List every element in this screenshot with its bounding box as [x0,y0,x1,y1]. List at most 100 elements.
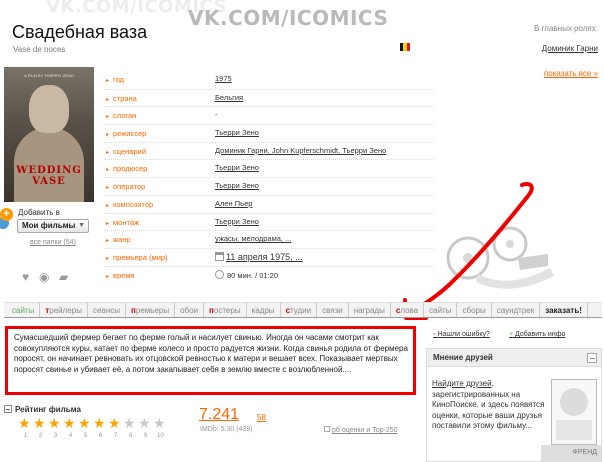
rating-star-icon[interactable]: ★ [48,416,63,431]
info-row: премьера (мир) 11 апреля 1975, ... [104,247,434,266]
find-friends-link[interactable]: Найдите друзей [432,379,492,388]
info-row: монтаж Тьерри Зено [104,212,434,231]
info-value[interactable]: ужасы, мелодрама, ... [215,234,291,243]
top-250-link-text: рб оценки и Top-250 [332,427,398,434]
rating-star-icon[interactable]: ★ [123,416,138,431]
show-all-roles-link[interactable]: показать все » [480,69,598,78]
tab-label: ремьеры [135,306,170,315]
tab-item[interactable]: сайты [4,303,41,317]
tab-label: заказать! [545,306,582,315]
add-to-label: Добавить в [18,208,60,217]
rating-value[interactable]: 7.241 [199,406,239,424]
tab-label: саундтрек [496,306,535,315]
tab-item[interactable]: кадры [247,303,281,317]
tab-item[interactable]: премьеры [126,303,176,317]
rating-star-icon[interactable]: ★ [93,416,108,431]
tab-label: обои [180,306,199,315]
heart-icon[interactable]: ♥ [22,270,29,284]
rating-stars: ★ 1 ★ 2 ★ 3 ★ 4 ★ 5 ★ 6 ★ 7 ★ 8 ★ 9 ★ 10 [18,416,178,442]
rating-votes[interactable]: 58 [257,413,266,422]
tab-label: сеансы [92,306,121,315]
rating-star-icon[interactable]: ★ [63,416,78,431]
info-value[interactable]: Ален Пьер [215,199,252,208]
rating-star-number: 3 [53,433,58,439]
report-error-link[interactable]: Нашли ошибку? [433,331,489,338]
film-tabs: сайты трейлеры сеансы премьеры обои постеры ка… [4,302,602,318]
friends-illustration [551,379,597,445]
plus-icon[interactable]: + [0,208,13,221]
info-value: - [215,110,218,120]
info-row: страна Бельгия [104,88,434,107]
film-title: Свадебная ваза [12,22,148,42]
all-folders-link[interactable]: все папки (54) [30,239,76,246]
chart-icon [324,426,330,432]
film-poster[interactable]: A FILM BY THIERRY ZENO WEDDING VASE [4,67,94,202]
info-key: страна [106,94,206,103]
tab-item[interactable]: трейлеры [40,303,88,317]
poster-tagline: A FILM BY THIERRY ZENO [24,73,74,78]
info-value[interactable]: 1975 [215,74,232,83]
tab-label: тудии [290,306,312,315]
collapse-icon[interactable] [4,405,12,413]
poster-actions: ♥ ◉ ▰ [22,270,78,284]
friends-header: Мнение друзей [427,349,601,367]
film-reel-icon [446,226,554,289]
tab-item[interactable]: саундтрек [492,303,541,317]
calendar-icon [215,251,224,261]
tab-item[interactable]: награды [349,303,391,317]
info-value[interactable]: Тьерри Зено [215,181,259,190]
tab-item[interactable]: слова [391,303,425,317]
rating-star-icon[interactable]: ★ [153,416,168,431]
rating-star-icon[interactable]: ★ [33,416,48,431]
tab-label: сайты [12,306,35,315]
info-value[interactable]: Бельгия [215,93,243,102]
info-key: время [106,271,206,280]
rating-star-icon[interactable]: ★ [18,416,33,431]
info-row: композитор Ален Пьер [104,194,434,213]
main-roles-heading: В главных ролях: [533,24,598,33]
rating-star-number: 7 [113,433,118,439]
rating-star-number: 10 [157,433,164,439]
friends-heading: Мнение друзей [433,353,493,362]
info-value[interactable]: Тьерри Зено [215,217,259,226]
rating-star-icon[interactable]: ★ [138,416,153,431]
tab-label: сайты [429,306,452,315]
rating-star-number: 4 [68,433,73,439]
flag-stripe [406,43,410,51]
top-250-link[interactable]: рб оценки и Top-250 [324,426,398,434]
tab-label: кадры [251,306,275,315]
info-value[interactable]: Тьерри Зено [215,163,259,172]
tab-item[interactable]: заказать! [540,303,588,317]
country-flag-icon [400,43,410,51]
info-value: 80 мин. / 01:20 [215,269,278,280]
eye-icon[interactable]: ◉ [39,270,49,284]
add-info-link[interactable]: Добавить инфо [509,331,565,338]
folder-select[interactable]: Мои фильмы ▼ [17,219,89,233]
collapse-icon[interactable] [587,353,597,363]
rating-star-icon[interactable]: ★ [108,416,123,431]
imdb-rating: IMDb: 5.30 (439) [200,426,253,433]
info-value[interactable]: Тьерри Зено [215,128,259,137]
info-row: время 80 мин. / 01:20 [104,265,434,284]
tab-item[interactable]: сайты [424,303,458,317]
rating-star-number: 5 [83,433,88,439]
info-value[interactable]: 11 апреля 1975, ... [215,251,303,262]
tab-item[interactable]: связи [317,303,349,317]
tab-item[interactable]: сборы [457,303,492,317]
tab-label: награды [353,306,385,315]
friends-opinion: Мнение друзей Найдите друзей, зарегистри… [426,348,602,462]
chevron-down-icon: ▼ [78,222,85,229]
comment-icon[interactable]: ▰ [59,270,68,284]
main-role-actor-link[interactable]: Доминик Гарни [480,44,598,53]
info-value[interactable]: Доминик Гарни, John Kupferschmidt, Тьерр… [215,146,386,155]
premiere-date[interactable]: 11 апреля 1975, ... [226,252,303,262]
info-key: жанр [106,235,206,244]
tab-item[interactable]: постеры [204,303,247,317]
watermark-text: VK.COM/ICOMICS [188,6,389,30]
rating-star-icon[interactable]: ★ [78,416,93,431]
info-row: жанр ужасы, мелодрама, ... [104,230,434,248]
info-row: сценарий Доминик Гарни, John Kupferschmid… [104,141,434,160]
tab-item[interactable]: сеансы [88,303,127,317]
tab-item[interactable]: студии [281,303,318,317]
tab-item[interactable]: обои [175,303,205,317]
